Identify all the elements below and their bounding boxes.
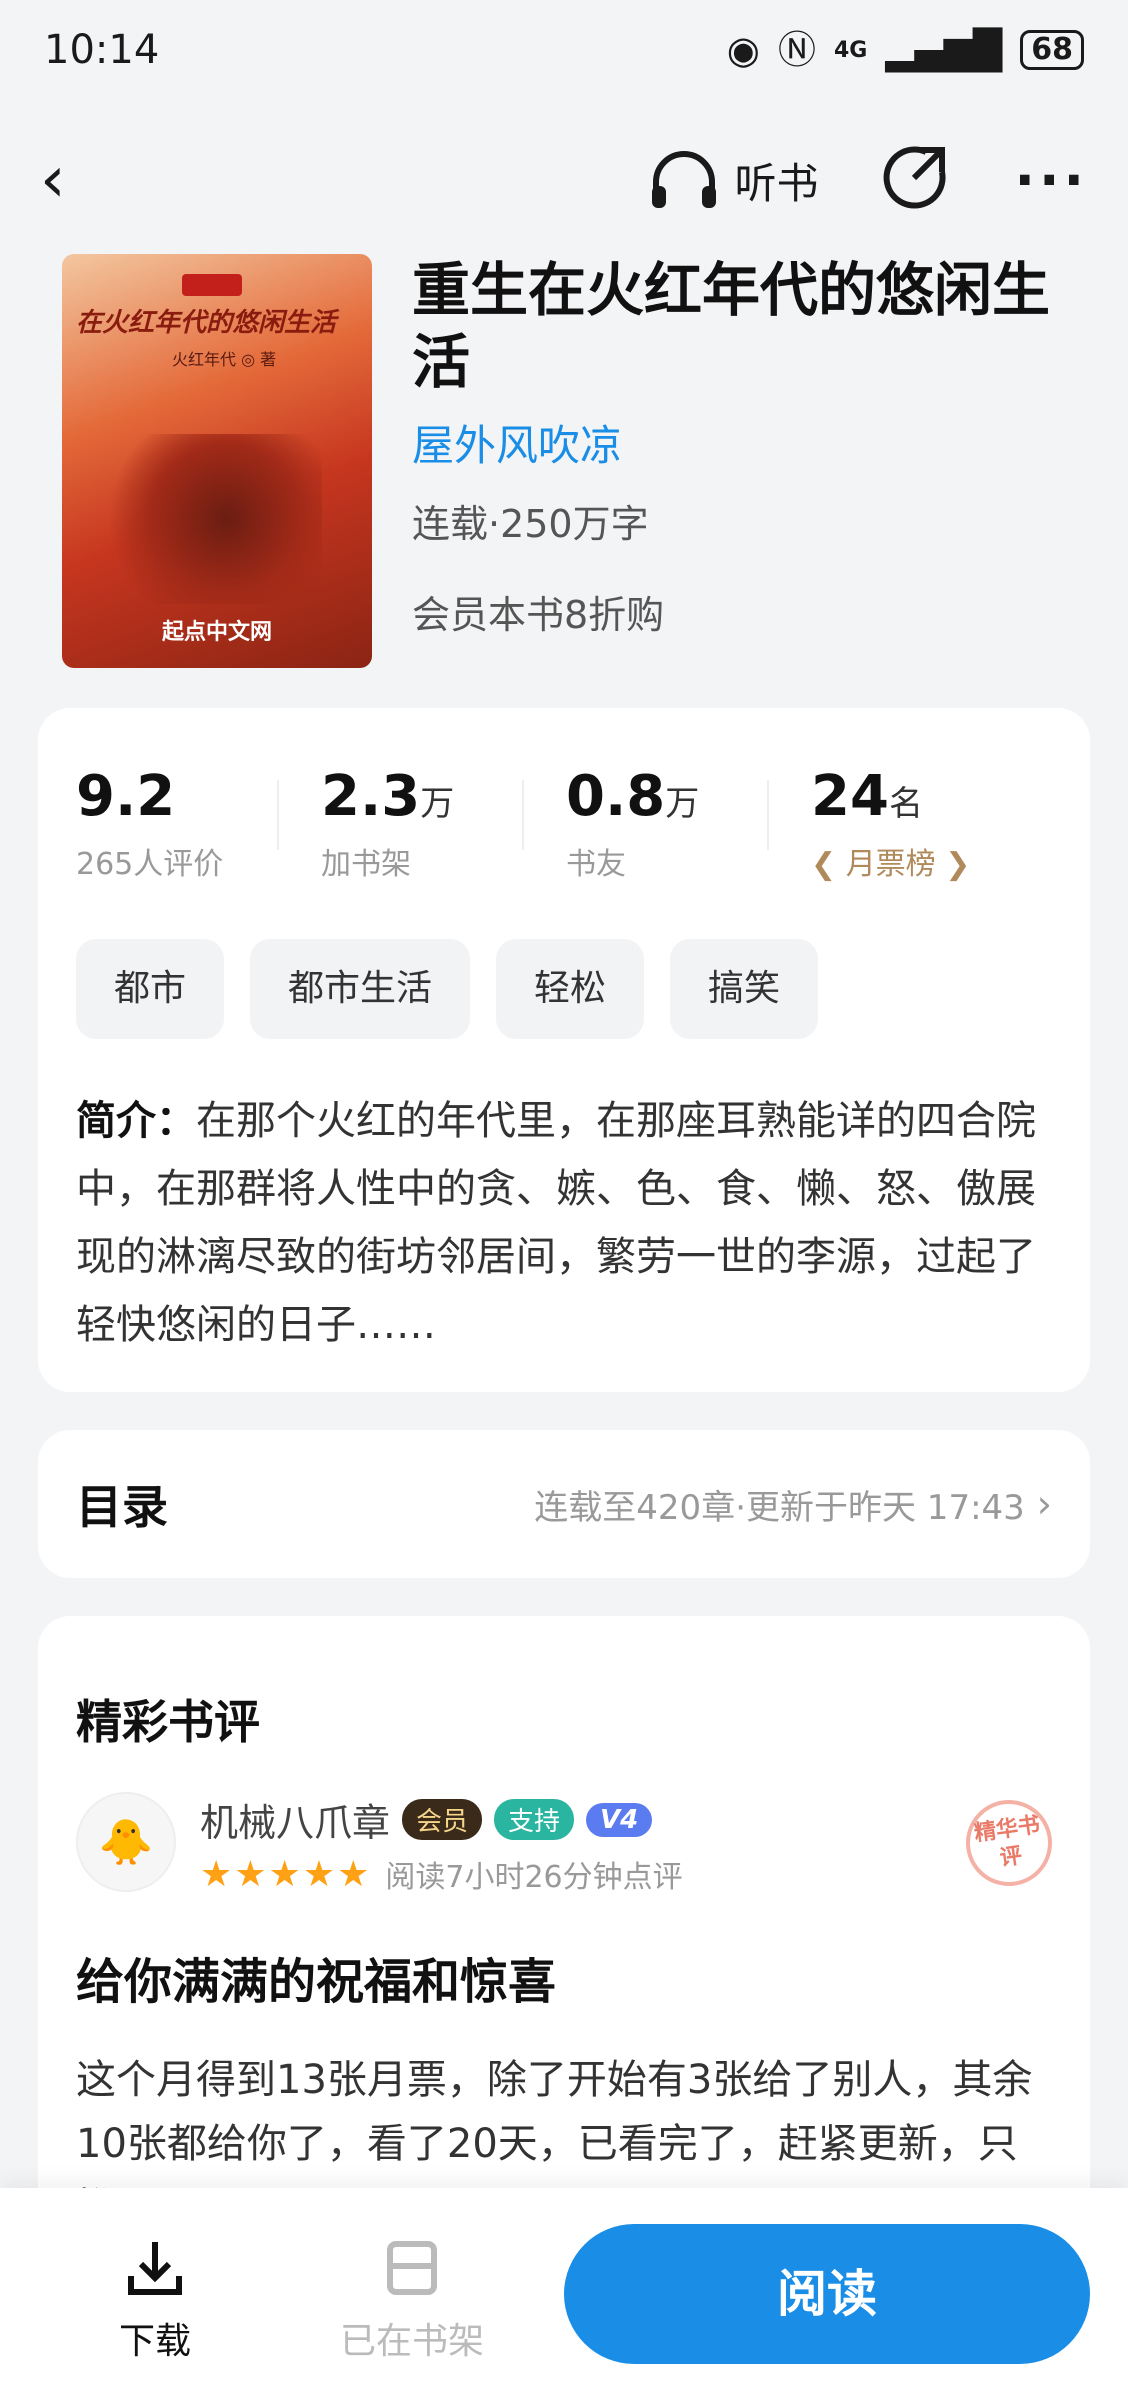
vip-offer[interactable]: 会员本书8折购	[412, 584, 1092, 639]
stat-rank-label-text: 月票榜	[845, 847, 936, 882]
reviewer-name-row: 机械八爪章 会员 支持 V4	[200, 1792, 653, 1847]
status-icons: ◉ Ⓝ 4G ▂▄▆█ 68	[727, 30, 1084, 70]
battery-indicator: 68	[1020, 30, 1084, 70]
book-detail-card: 9.2 265人评价 2.3万 加书架 0.8万 书友 24名 ❮ 月票榜 ❯ …	[38, 708, 1090, 1392]
stat-shelf[interactable]: 2.3万 加书架	[277, 764, 566, 883]
book-intro[interactable]: 简介：在那个火红的年代里，在那座耳熟能详的四合院中，在那群将人性中的贪、嫉、色、…	[38, 1039, 1090, 1359]
level-badge: V4	[586, 1802, 653, 1837]
read-button[interactable]: 阅读	[564, 2224, 1090, 2364]
toc-update-info: 连载至420章·更新于昨天 17:43	[534, 1487, 1025, 1528]
reviewer-name[interactable]: 机械八爪章	[200, 1792, 390, 1847]
tag-item[interactable]: 都市	[76, 939, 225, 1039]
book-header: 在火红年代的悠闲生活 火红年代 ◎ 著 起点中文网 重生在火红年代的悠闲生活 屋…	[62, 254, 1082, 674]
top-bar: ‹ 听书 ···	[0, 130, 1128, 230]
book-author-link[interactable]: 屋外风吹凉	[412, 412, 1092, 473]
stat-shelf-unit: 万	[420, 784, 455, 824]
on-shelf-button[interactable]: 已在书架	[332, 2236, 492, 2364]
listen-label: 听书	[734, 158, 819, 208]
stat-rating-label: 265人评价	[76, 847, 224, 882]
book-title: 重生在火红年代的悠闲生活	[412, 256, 1051, 396]
stat-rank-value: 24	[811, 764, 889, 829]
intro-text: 在那个火红的年代里，在那座耳熟能详的四合院中，在那群将人性中的贪、嫉、色、食、懒…	[76, 1098, 1036, 1348]
share-icon[interactable]	[882, 144, 950, 216]
review-title[interactable]: 给你满满的祝福和惊喜	[38, 1902, 1090, 2012]
tag-item[interactable]: 都市生活	[250, 939, 471, 1039]
stat-friends-label: 书友	[566, 847, 626, 882]
intro-label: 简介：	[76, 1098, 196, 1144]
toc-title: 目录	[76, 1480, 168, 1534]
avatar[interactable]: 🐥	[76, 1792, 176, 1892]
cover-title: 在火红年代的悠闲生活	[76, 308, 337, 338]
vip-badge: 会员	[402, 1799, 483, 1840]
cover-badge	[182, 274, 242, 296]
cover-publisher: 起点中文网	[161, 620, 272, 645]
stat-rank-unit: 名	[888, 784, 923, 824]
tag-item[interactable]: 轻松	[496, 939, 645, 1039]
on-shelf-label: 已在书架	[339, 2321, 484, 2362]
featured-review-seal: 精华书评	[960, 1794, 1058, 1892]
laurel-right-icon: ❯	[945, 847, 971, 882]
stat-friends-unit: 万	[665, 784, 700, 824]
bookshelf-icon	[387, 2241, 437, 2295]
reviewer-row[interactable]: 🐥 机械八爪章 会员 支持 V4 ★★★★★ 阅读7小时26分钟点评 精华书评	[76, 1792, 1058, 1902]
tag-item[interactable]: 搞笑	[670, 939, 819, 1039]
cover-illustration	[82, 434, 322, 604]
eye-icon: ◉	[726, 28, 760, 72]
stat-rating[interactable]: 9.2 265人评价	[76, 764, 321, 883]
stat-monthly-rank[interactable]: 24名 ❮ 月票榜 ❯	[767, 764, 1056, 883]
download-button[interactable]: 下载	[75, 2236, 235, 2364]
stats-row: 9.2 265人评价 2.3万 加书架 0.8万 书友 24名 ❮ 月票榜 ❯	[38, 708, 1090, 883]
review-section-title: 精彩书评	[76, 1695, 260, 1749]
stat-rank-label: ❮ 月票榜 ❯	[811, 839, 1056, 883]
bottom-action-bar: 下载 已在书架 阅读	[0, 2188, 1128, 2400]
headphones-icon	[652, 151, 717, 208]
stat-rating-value: 9.2	[76, 764, 176, 829]
stat-shelf-value: 2.3	[321, 764, 421, 829]
download-icon	[128, 2242, 182, 2295]
download-label: 下载	[118, 2321, 191, 2362]
book-info: 重生在火红年代的悠闲生活 屋外风吹凉 连载·250万字 会员本书8折购	[412, 254, 1092, 639]
listen-button[interactable]: 听书	[648, 150, 818, 211]
book-meta: 连载·250万字	[412, 502, 649, 546]
status-bar: 10:14 ◉ Ⓝ 4G ▂▄▆█ 68	[0, 0, 1128, 100]
support-badge: 支持	[494, 1799, 575, 1840]
back-chevron-icon[interactable]: ‹	[40, 143, 100, 217]
network-label: 4G	[833, 37, 868, 63]
signal-icon: ▂▄▆█	[885, 28, 1003, 72]
more-icon[interactable]: ···	[1014, 149, 1088, 212]
laurel-left-icon: ❮	[811, 847, 837, 882]
stat-friends-value: 0.8	[566, 764, 666, 829]
reviewer-sub-row: ★★★★★ 阅读7小时26分钟点评	[200, 1852, 683, 1896]
read-time: 阅读7小时26分钟点评	[385, 1860, 683, 1895]
chevron-right-icon: ›	[1036, 1482, 1052, 1526]
cover-author: 火红年代 ◎ 著	[172, 350, 277, 369]
nfc-icon: Ⓝ	[777, 28, 816, 72]
stat-shelf-label: 加书架	[321, 847, 411, 882]
status-time: 10:14	[44, 27, 160, 73]
book-cover[interactable]: 在火红年代的悠闲生活 火红年代 ◎ 著 起点中文网	[62, 254, 372, 668]
stat-friends[interactable]: 0.8万 书友	[522, 764, 811, 883]
toc-row[interactable]: 目录 连载至420章·更新于昨天 17:43 ›	[38, 1430, 1090, 1578]
tag-list: 都市 都市生活 轻松 搞笑	[38, 883, 1090, 1039]
rating-stars: ★★★★★	[200, 1853, 372, 1895]
